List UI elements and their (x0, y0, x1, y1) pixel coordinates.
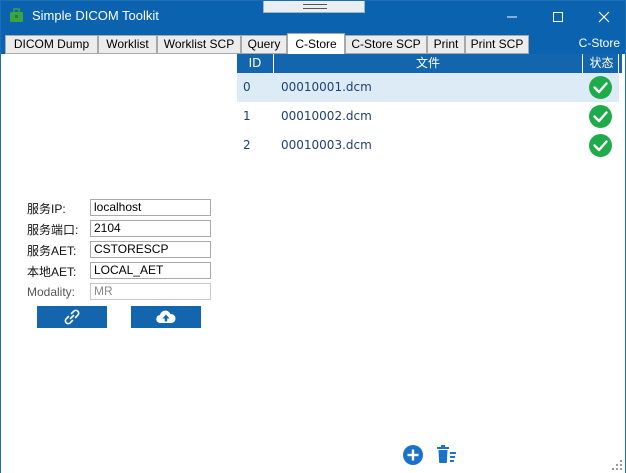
c-store-panel: ID 文件 状态 0 00010001.dcm 1 00010002.dcm 2… (1, 54, 625, 473)
toolbox-app-icon (10, 8, 23, 22)
tab-c-store-scp[interactable]: C-Store SCP (345, 35, 427, 54)
column-header-file-label: 文件 (415, 56, 440, 70)
success-check-icon (589, 134, 612, 157)
app-window: Simple DICOM Toolkit DICOM Dump Worklist… (0, 0, 626, 473)
tab-strip: DICOM Dump Worklist Worklist SCP Query C… (1, 32, 625, 55)
table-row[interactable]: 2 00010003.dcm (237, 131, 619, 160)
local-aet-label: 本地AET: (27, 265, 77, 279)
server-ip-field[interactable]: localhost (90, 199, 211, 216)
maximize-icon (553, 11, 563, 22)
tab-query[interactable]: Query (241, 35, 287, 54)
delete-icon[interactable] (436, 444, 458, 466)
server-aet-field[interactable]: CSTORESCP (90, 241, 211, 258)
row-id: 0 (243, 80, 251, 94)
tab-dicom-dump[interactable]: DICOM Dump (5, 35, 98, 54)
column-header-status[interactable]: 状态 (582, 54, 620, 73)
server-port-field[interactable]: 2104 (90, 220, 211, 237)
link-icon (64, 309, 80, 325)
tab-worklist-scp[interactable]: Worklist SCP (157, 35, 241, 54)
modality-label: Modality: (27, 285, 76, 299)
row-file: 00010002.dcm (281, 109, 372, 123)
tab-worklist[interactable]: Worklist (98, 35, 157, 54)
tab-print-scp[interactable]: Print SCP (465, 35, 529, 54)
connect-button[interactable] (37, 306, 107, 328)
row-id: 2 (243, 138, 251, 152)
server-port-label: 服务端口: (27, 223, 79, 237)
grid-header: ID 文件 状态 (237, 54, 619, 73)
success-check-icon (589, 76, 612, 99)
column-header-file[interactable]: 文件 状态 (274, 54, 619, 73)
server-aet-label: 服务AET: (27, 244, 77, 258)
close-button[interactable] (581, 1, 626, 32)
server-ip-label: 服务IP: (27, 202, 66, 216)
success-check-icon (589, 105, 612, 128)
window-title: Simple DICOM Toolkit (32, 8, 159, 23)
grid-scroll-edge (619, 54, 622, 73)
current-tab-label: C-Store (578, 36, 620, 50)
row-file: 00010003.dcm (281, 138, 372, 152)
drag-grip[interactable] (263, 1, 365, 13)
table-row[interactable]: 1 00010002.dcm (237, 102, 619, 131)
table-row[interactable]: 0 00010001.dcm (237, 73, 619, 102)
cloud-upload-icon (156, 310, 176, 324)
upload-button[interactable] (131, 306, 201, 328)
row-file: 00010001.dcm (281, 80, 372, 94)
local-aet-field[interactable]: LOCAL_AET (90, 262, 211, 279)
tab-print[interactable]: Print (427, 35, 465, 54)
minimize-icon (507, 16, 517, 17)
grip-icon (303, 4, 327, 9)
modality-field: MR (90, 283, 211, 300)
row-id: 1 (243, 109, 251, 123)
title-bar[interactable]: Simple DICOM Toolkit (1, 1, 625, 32)
resize-grip-icon[interactable] (612, 460, 622, 470)
column-header-id[interactable]: ID (237, 54, 274, 73)
maximize-button[interactable] (535, 1, 581, 32)
tab-c-store[interactable]: C-Store (287, 33, 345, 55)
close-icon (598, 11, 610, 22)
add-circle-icon[interactable] (402, 444, 424, 466)
minimize-button[interactable] (489, 1, 535, 32)
